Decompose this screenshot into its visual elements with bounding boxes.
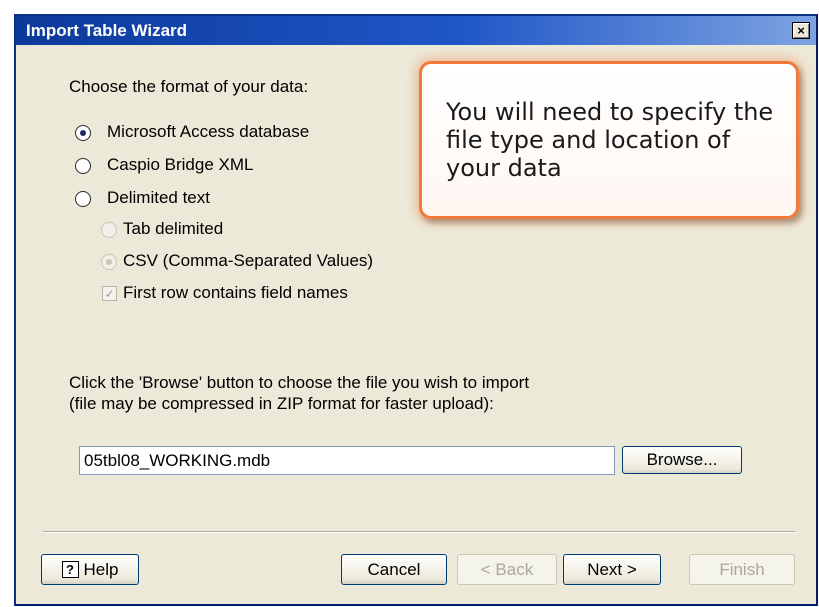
- footer-separator: [43, 531, 795, 533]
- radio-csv-label[interactable]: CSV (Comma-Separated Values): [123, 251, 373, 271]
- radio-tab-delimited-label[interactable]: Tab delimited: [123, 219, 223, 239]
- first-row-field-names-label[interactable]: First row contains field names: [123, 283, 348, 303]
- tip-callout-text: You will need to specify the file type a…: [446, 98, 774, 182]
- checkmark-icon: ✓: [104, 286, 115, 301]
- question-mark-icon: ?: [61, 561, 79, 578]
- import-table-wizard-window: Import Table Wizard × Choose the format …: [14, 14, 818, 606]
- cancel-button[interactable]: Cancel: [341, 554, 447, 585]
- format-prompt: Choose the format of your data:: [69, 77, 309, 96]
- finish-button[interactable]: Finish: [689, 554, 795, 585]
- browse-button[interactable]: Browse...: [622, 446, 742, 474]
- radio-caspio-bridge-xml-label[interactable]: Caspio Bridge XML: [107, 155, 253, 175]
- file-path-input[interactable]: 05tbl08_WORKING.mdb: [79, 446, 615, 475]
- radio-caspio-bridge-xml[interactable]: [75, 158, 91, 174]
- radio-access-database[interactable]: [75, 125, 91, 141]
- back-button[interactable]: < Back: [457, 554, 557, 585]
- next-button[interactable]: Next >: [563, 554, 661, 585]
- close-icon: ×: [797, 23, 805, 38]
- window-title: Import Table Wizard: [26, 21, 188, 40]
- radio-delimited-text[interactable]: [75, 191, 91, 207]
- radio-tab-delimited[interactable]: [101, 222, 117, 238]
- radio-delimited-text-label[interactable]: Delimited text: [107, 188, 210, 208]
- title-bar[interactable]: Import Table Wizard ×: [16, 16, 816, 45]
- close-button[interactable]: ×: [792, 22, 810, 39]
- radio-access-database-label[interactable]: Microsoft Access database: [107, 122, 309, 142]
- tip-callout: You will need to specify the file type a…: [419, 61, 799, 219]
- radio-csv[interactable]: [101, 254, 117, 270]
- help-button-label: Help: [83, 559, 119, 579]
- browse-instruction-line-2: (file may be compressed in ZIP format fo…: [69, 394, 494, 413]
- help-button[interactable]: ? Help: [41, 554, 139, 585]
- browse-instruction-line-1: Click the 'Browse' button to choose the …: [69, 373, 530, 392]
- first-row-field-names-checkbox[interactable]: ✓: [102, 286, 117, 301]
